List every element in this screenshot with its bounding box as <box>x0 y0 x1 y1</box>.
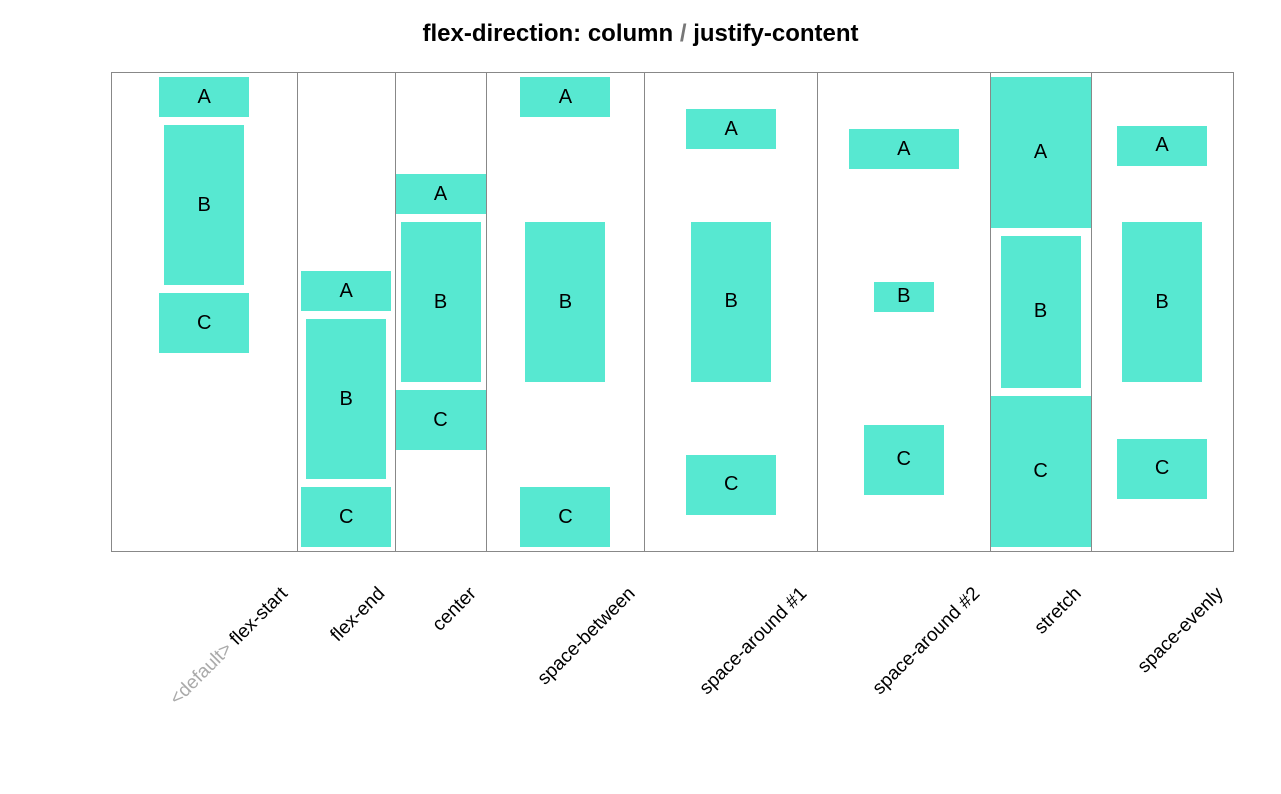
flex-item: C <box>864 425 944 495</box>
flex-item: B <box>691 222 771 382</box>
flex-container: ABC <box>111 72 298 552</box>
flex-item: A <box>159 77 249 117</box>
flex-item: C <box>301 487 391 547</box>
flex-item: C <box>396 390 486 450</box>
flex-item: B <box>874 282 934 312</box>
flex-container: ABC <box>396 72 487 552</box>
flex-item: B <box>401 222 481 382</box>
column-label: space-evenly <box>1133 562 1281 761</box>
examples-row: ABC<default> flex-startABCflex-endABCcen… <box>111 72 1171 702</box>
flex-container: A B C <box>818 72 991 552</box>
flex-container: A B C <box>487 72 646 552</box>
flex-item: C <box>520 487 610 547</box>
example-cell: ABC<default> flex-start <box>111 72 298 702</box>
flex-item: C <box>686 455 776 515</box>
flex-item: B <box>1001 236 1081 387</box>
default-prefix: <default> <box>165 635 240 710</box>
flex-item: B <box>306 319 386 479</box>
flex-item: A <box>520 77 610 117</box>
flex-item: B <box>164 125 244 285</box>
title-value: justify-content <box>693 20 858 47</box>
flex-item: A <box>301 271 391 311</box>
flex-item: A <box>686 109 776 149</box>
flex-item: B <box>1122 222 1202 382</box>
flex-item: A <box>1117 126 1207 166</box>
flex-item: C <box>991 396 1091 547</box>
flex-container: ABC <box>991 72 1092 552</box>
flex-item: A <box>991 77 1091 228</box>
column-label-text: flex-start <box>225 583 291 649</box>
title-property: flex-direction: column <box>422 20 673 47</box>
flex-container: A B C <box>645 72 818 552</box>
page-title: flex-direction: column / justify-content <box>111 20 1171 48</box>
flex-container: ABC <box>298 72 396 552</box>
flex-item: B <box>525 222 605 382</box>
title-separator: / <box>680 20 687 47</box>
flex-item: C <box>159 293 249 353</box>
flex-item: A <box>396 174 486 214</box>
flex-item: C <box>1117 439 1207 499</box>
flex-item: A <box>849 129 959 169</box>
flex-container: A BC <box>1092 72 1234 552</box>
